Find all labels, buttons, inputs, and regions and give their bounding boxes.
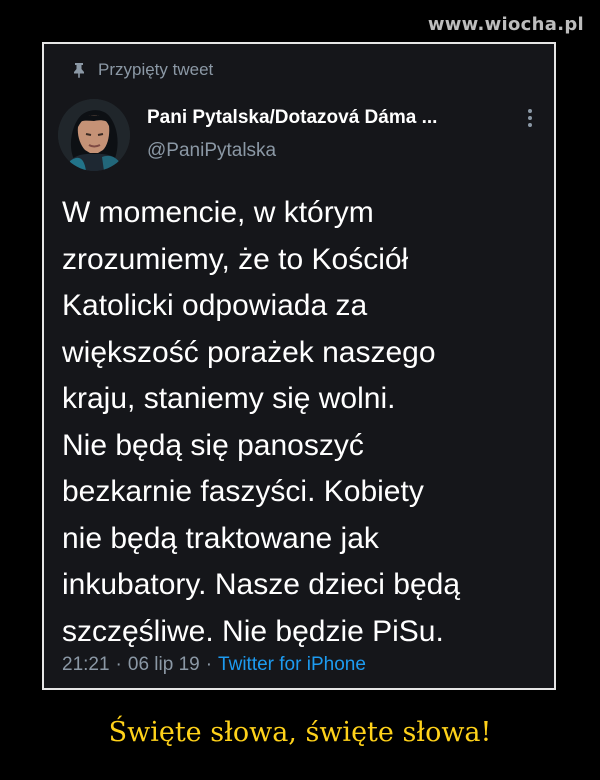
tweet-text-line: zrozumiemy, że to Kościół (62, 242, 409, 276)
meta-separator: · (205, 654, 213, 675)
author-row: Pani Pytalska/Dotazová Dáma ... (147, 106, 539, 130)
watermark: www.wiocha.pl (427, 14, 584, 35)
meta-separator: · (115, 654, 122, 675)
tweet-text-line: kraju, staniemy się wolni. (62, 382, 396, 415)
tweet-text-line: Nie będą się panoszyć (62, 428, 364, 462)
tweet-text-line: inkubatory. Nasze dzieci będą (62, 568, 460, 601)
tweet-text-line: większość porażek naszego (62, 335, 436, 369)
pinned-label: Przypięty tweet (98, 60, 214, 79)
caption: Święte słowa, święte słowa! (108, 717, 492, 748)
tweet-text-line: nie będą traktowane jak (62, 521, 379, 555)
author-handle[interactable]: @PaniPytalska (147, 140, 276, 162)
tweet-meta: 21:21 · 06 lip 19 · Twitter for iPhone (62, 654, 366, 676)
avatar[interactable] (58, 99, 130, 171)
tweet-text-line: Katolicki odpowiada za (62, 289, 368, 322)
tweet-text: W momencie, w którym zrozumiemy, że to K… (62, 190, 542, 655)
tweet-text-line: W momencie, w którym (62, 196, 374, 229)
author-display-name[interactable]: Pani Pytalska/Dotazová Dáma ... (147, 107, 437, 129)
tweet-text-line: szczęśliwe. Nie będzie PiSu. (62, 614, 444, 648)
more-vertical-icon[interactable] (521, 106, 539, 130)
tweet-text-line: bezkarnie faszyści. Kobiety (62, 475, 424, 508)
pinned-tweet-indicator: Przypięty tweet (72, 58, 213, 82)
pin-icon (72, 61, 86, 79)
tweet-date[interactable]: 06 lip 19 (128, 654, 200, 675)
tweet-time[interactable]: 21:21 (62, 654, 110, 675)
tweet-source-link[interactable]: Twitter for iPhone (218, 654, 366, 675)
